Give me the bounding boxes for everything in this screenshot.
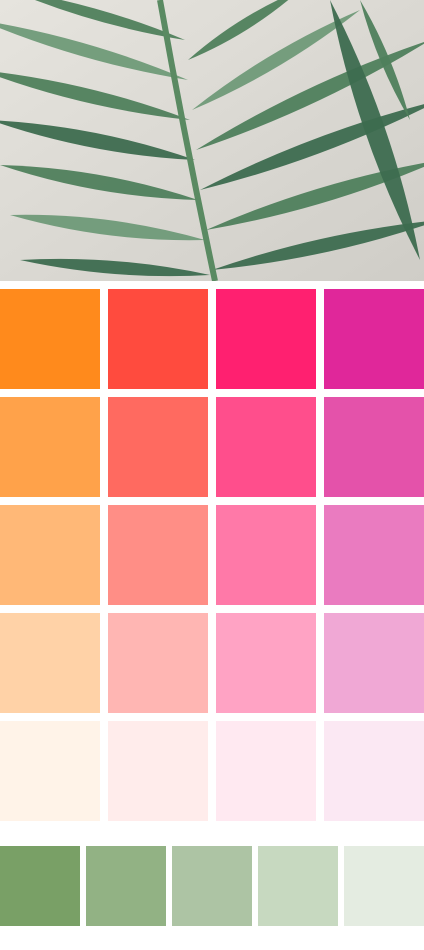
color-swatch [216, 289, 316, 389]
color-swatch [0, 397, 100, 497]
color-swatch [324, 505, 424, 605]
color-swatch [216, 397, 316, 497]
green-swatch [344, 846, 424, 926]
color-swatch [108, 613, 208, 713]
color-swatch [324, 721, 424, 821]
color-swatch [216, 505, 316, 605]
color-swatch [216, 613, 316, 713]
color-swatch [216, 721, 316, 821]
color-swatch [0, 613, 100, 713]
color-swatch [108, 397, 208, 497]
color-swatch [108, 721, 208, 821]
color-swatch [0, 505, 100, 605]
color-swatch [0, 289, 100, 389]
color-swatch [0, 721, 100, 821]
color-swatch [324, 397, 424, 497]
color-swatch [324, 289, 424, 389]
color-swatch [324, 613, 424, 713]
palm-leaf-image [0, 0, 424, 281]
green-swatch [172, 846, 252, 926]
green-swatch [86, 846, 166, 926]
color-swatch [108, 289, 208, 389]
color-swatch [108, 505, 208, 605]
palm-leaf-photo [0, 0, 424, 281]
green-swatch [0, 846, 80, 926]
green-swatch [258, 846, 338, 926]
